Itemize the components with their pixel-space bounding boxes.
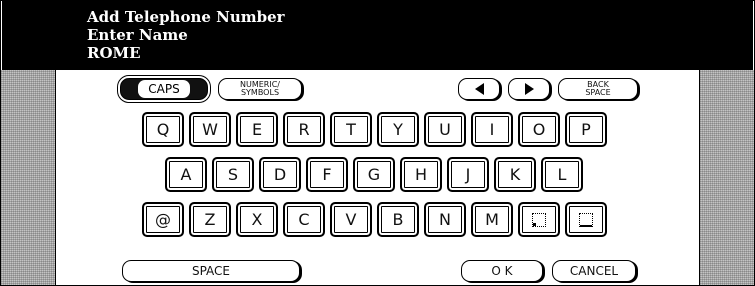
left-arrow-icon bbox=[474, 83, 484, 95]
key-period-space[interactable] bbox=[518, 202, 560, 237]
key-z[interactable]: Z bbox=[189, 202, 231, 237]
key-p[interactable]: P bbox=[565, 112, 607, 147]
key-r[interactable]: R bbox=[283, 112, 325, 147]
on-screen-keyboard: CAPS NUMERIC/ SYMBOLS BACK SPACE Q W E R… bbox=[56, 70, 699, 286]
key-g[interactable]: G bbox=[353, 157, 395, 192]
left-side-panel bbox=[0, 70, 56, 286]
key-e[interactable]: E bbox=[236, 112, 278, 147]
name-entry-field: ROME bbox=[87, 44, 141, 62]
key-n[interactable]: N bbox=[424, 202, 466, 237]
key-o[interactable]: O bbox=[518, 112, 560, 147]
cancel-button[interactable]: CANCEL bbox=[552, 260, 636, 282]
dotted-box-underscore-icon bbox=[579, 212, 593, 227]
back-space-button[interactable]: BACK SPACE bbox=[558, 78, 638, 100]
right-arrow-icon bbox=[524, 83, 534, 95]
key-underscore[interactable] bbox=[565, 202, 607, 237]
key-v[interactable]: V bbox=[330, 202, 372, 237]
header-title: Add Telephone Number bbox=[87, 8, 285, 26]
key-c[interactable]: C bbox=[283, 202, 325, 237]
key-w[interactable]: W bbox=[189, 112, 231, 147]
key-s[interactable]: S bbox=[212, 157, 254, 192]
key-j[interactable]: J bbox=[447, 157, 489, 192]
key-b[interactable]: B bbox=[377, 202, 419, 237]
key-f[interactable]: F bbox=[306, 157, 348, 192]
cursor-right-button[interactable] bbox=[508, 78, 550, 100]
key-x[interactable]: X bbox=[236, 202, 278, 237]
fax-screen: Add Telephone Number Enter Name ROME CAP… bbox=[0, 0, 755, 286]
header-prompt: Enter Name bbox=[87, 26, 188, 44]
key-q[interactable]: Q bbox=[142, 112, 184, 147]
dotted-box-period-icon bbox=[532, 212, 546, 227]
key-d[interactable]: D bbox=[259, 157, 301, 192]
key-at[interactable]: @ bbox=[142, 202, 184, 237]
numeric-symbols-button[interactable]: NUMERIC/ SYMBOLS bbox=[218, 78, 302, 100]
key-k[interactable]: K bbox=[494, 157, 536, 192]
numeric-label-line2: SYMBOLS bbox=[240, 88, 280, 97]
key-m[interactable]: M bbox=[471, 202, 513, 237]
key-y[interactable]: Y bbox=[377, 112, 419, 147]
caps-button[interactable]: CAPS bbox=[120, 78, 208, 100]
ok-button[interactable]: O K bbox=[461, 260, 543, 282]
key-a[interactable]: A bbox=[165, 157, 207, 192]
header-panel: Add Telephone Number Enter Name ROME bbox=[0, 0, 755, 70]
cursor-left-button[interactable] bbox=[458, 78, 500, 100]
caps-label: CAPS bbox=[138, 80, 190, 98]
key-h[interactable]: H bbox=[400, 157, 442, 192]
key-i[interactable]: I bbox=[471, 112, 513, 147]
right-side-panel bbox=[699, 70, 755, 286]
space-button[interactable]: SPACE bbox=[122, 260, 300, 282]
back-label-line2: SPACE bbox=[585, 88, 611, 97]
key-l[interactable]: L bbox=[541, 157, 583, 192]
key-t[interactable]: T bbox=[330, 112, 372, 147]
key-u[interactable]: U bbox=[424, 112, 466, 147]
